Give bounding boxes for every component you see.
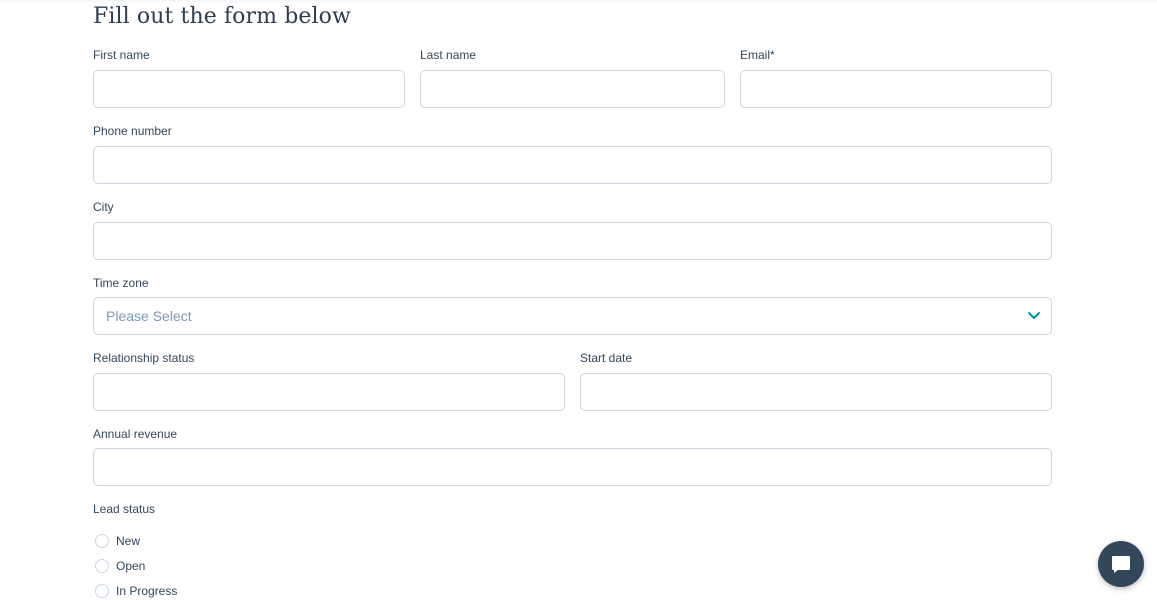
start-date-label: Start date xyxy=(580,351,633,365)
radio-label: New xyxy=(116,534,141,548)
chat-bubble-icon xyxy=(1112,556,1130,573)
last-name-input[interactable] xyxy=(420,70,725,108)
first-name-input[interactable] xyxy=(93,70,405,108)
radio-label: Open xyxy=(116,559,146,573)
annual-revenue-input[interactable] xyxy=(93,448,1052,486)
relationship-status-input[interactable] xyxy=(93,373,565,411)
phone-input[interactable] xyxy=(93,146,1052,184)
city-input[interactable] xyxy=(93,222,1052,260)
form-title: Fill out the form below xyxy=(93,4,351,29)
top-divider xyxy=(0,0,1157,3)
chat-launcher-button[interactable] xyxy=(1098,541,1144,587)
time-zone-selected-value: Please Select xyxy=(106,308,192,324)
first-name-label: First name xyxy=(93,48,150,62)
radio-button[interactable] xyxy=(95,534,109,548)
phone-label: Phone number xyxy=(93,124,172,138)
time-zone-select[interactable]: Please Select xyxy=(93,297,1052,335)
city-label: City xyxy=(93,200,114,214)
email-label: Email* xyxy=(740,48,775,62)
chevron-down-icon xyxy=(1028,312,1040,319)
lead-status-label: Lead status xyxy=(93,502,156,516)
email-input[interactable] xyxy=(740,70,1052,108)
radio-label: In Progress xyxy=(116,584,178,598)
start-date-input[interactable] xyxy=(580,373,1052,411)
radio-button[interactable] xyxy=(95,559,109,573)
radio-button[interactable] xyxy=(95,584,109,598)
form-page: Fill out the form below First name Last … xyxy=(0,0,1157,600)
last-name-label: Last name xyxy=(420,48,477,62)
time-zone-label: Time zone xyxy=(93,276,149,290)
annual-revenue-label: Annual revenue xyxy=(93,427,178,441)
relationship-status-label: Relationship status xyxy=(93,351,195,365)
